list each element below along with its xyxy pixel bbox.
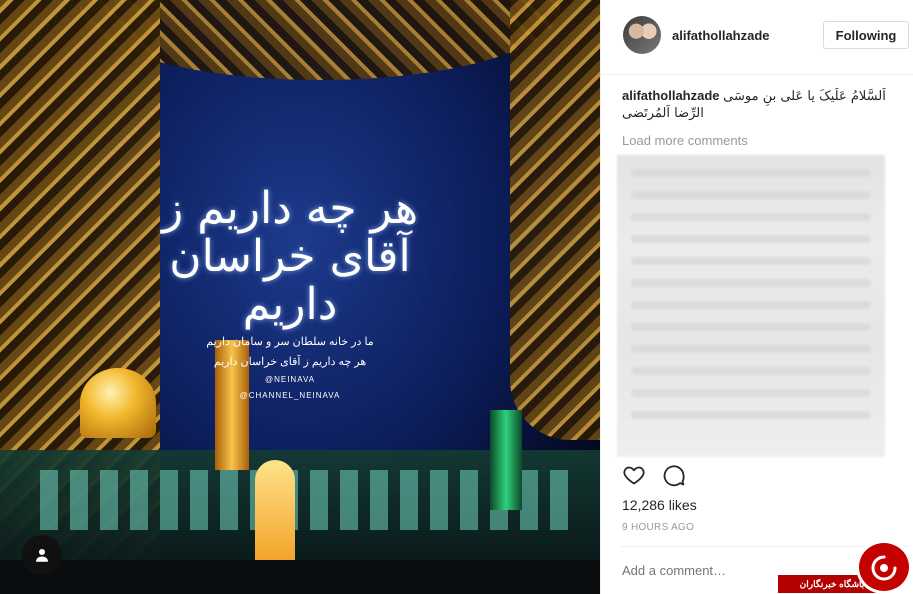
watermark-logo-icon: [871, 555, 897, 581]
blurred-line: [631, 411, 871, 419]
user-tag-icon: [36, 549, 48, 562]
post-header: alifathollahzade Following: [601, 0, 913, 75]
watermark-logo: [856, 540, 912, 594]
calligraphy-sub-1: ما در خانه سلطان سر و سامان داریم: [206, 336, 374, 348]
golden-dome: [80, 368, 156, 438]
calligraphy-sub-2: هر چه داریم ز آقای خراسان داریم: [213, 356, 367, 368]
blurred-line: [631, 301, 871, 309]
post-photo[interactable]: هر چه داریم ز آقای خراسان داریم ما در خا…: [0, 0, 600, 594]
blurred-line: [631, 279, 871, 287]
action-bar: [622, 463, 686, 489]
caption-username[interactable]: alifathollahzade: [622, 88, 720, 103]
header-username[interactable]: alifathollahzade: [672, 28, 770, 43]
golden-gate: [255, 460, 295, 560]
caption: alifathollahzade اَلسَّلامُ عَلَیکَ یا ع…: [622, 88, 902, 122]
calligraphy-overlay: هر چه داریم ز آقای خراسان داریم ما در خا…: [160, 185, 420, 401]
blurred-line: [631, 191, 871, 199]
blurred-line: [631, 323, 871, 331]
following-button[interactable]: Following: [823, 21, 909, 49]
blurred-line: [631, 367, 871, 375]
blurred-line: [631, 389, 871, 397]
load-more-comments-link[interactable]: Load more comments: [622, 133, 748, 148]
blurred-line: [631, 235, 871, 243]
comment-icon[interactable]: [662, 463, 686, 487]
channel-handle-2: @CHANNEL_NEINAVA: [239, 391, 341, 400]
likes-count[interactable]: 12,286 likes: [622, 497, 697, 513]
avatar[interactable]: [623, 16, 661, 54]
blurred-line: [631, 213, 871, 221]
calligraphy-main: هر چه داریم ز آقای خراسان داریم: [161, 183, 419, 330]
crowd: [0, 560, 600, 594]
blurred-line: [631, 257, 871, 265]
channel-handle-1: @NEINAVA: [264, 375, 316, 384]
blurred-comments: [617, 155, 885, 457]
green-minaret: [490, 410, 522, 510]
post-time: 9 HOURS AGO: [622, 522, 695, 533]
add-comment-input[interactable]: [622, 563, 802, 578]
blurred-line: [631, 345, 871, 353]
mosaic-arch-right: [510, 0, 600, 440]
heart-icon[interactable]: [622, 463, 646, 487]
user-tag-button[interactable]: [22, 535, 62, 575]
post-sidebar: alifathollahzade Following alifathollahz…: [600, 0, 913, 594]
instagram-post: هر چه داریم ز آقای خراسان داریم ما در خا…: [0, 0, 913, 594]
blurred-line: [631, 169, 871, 177]
